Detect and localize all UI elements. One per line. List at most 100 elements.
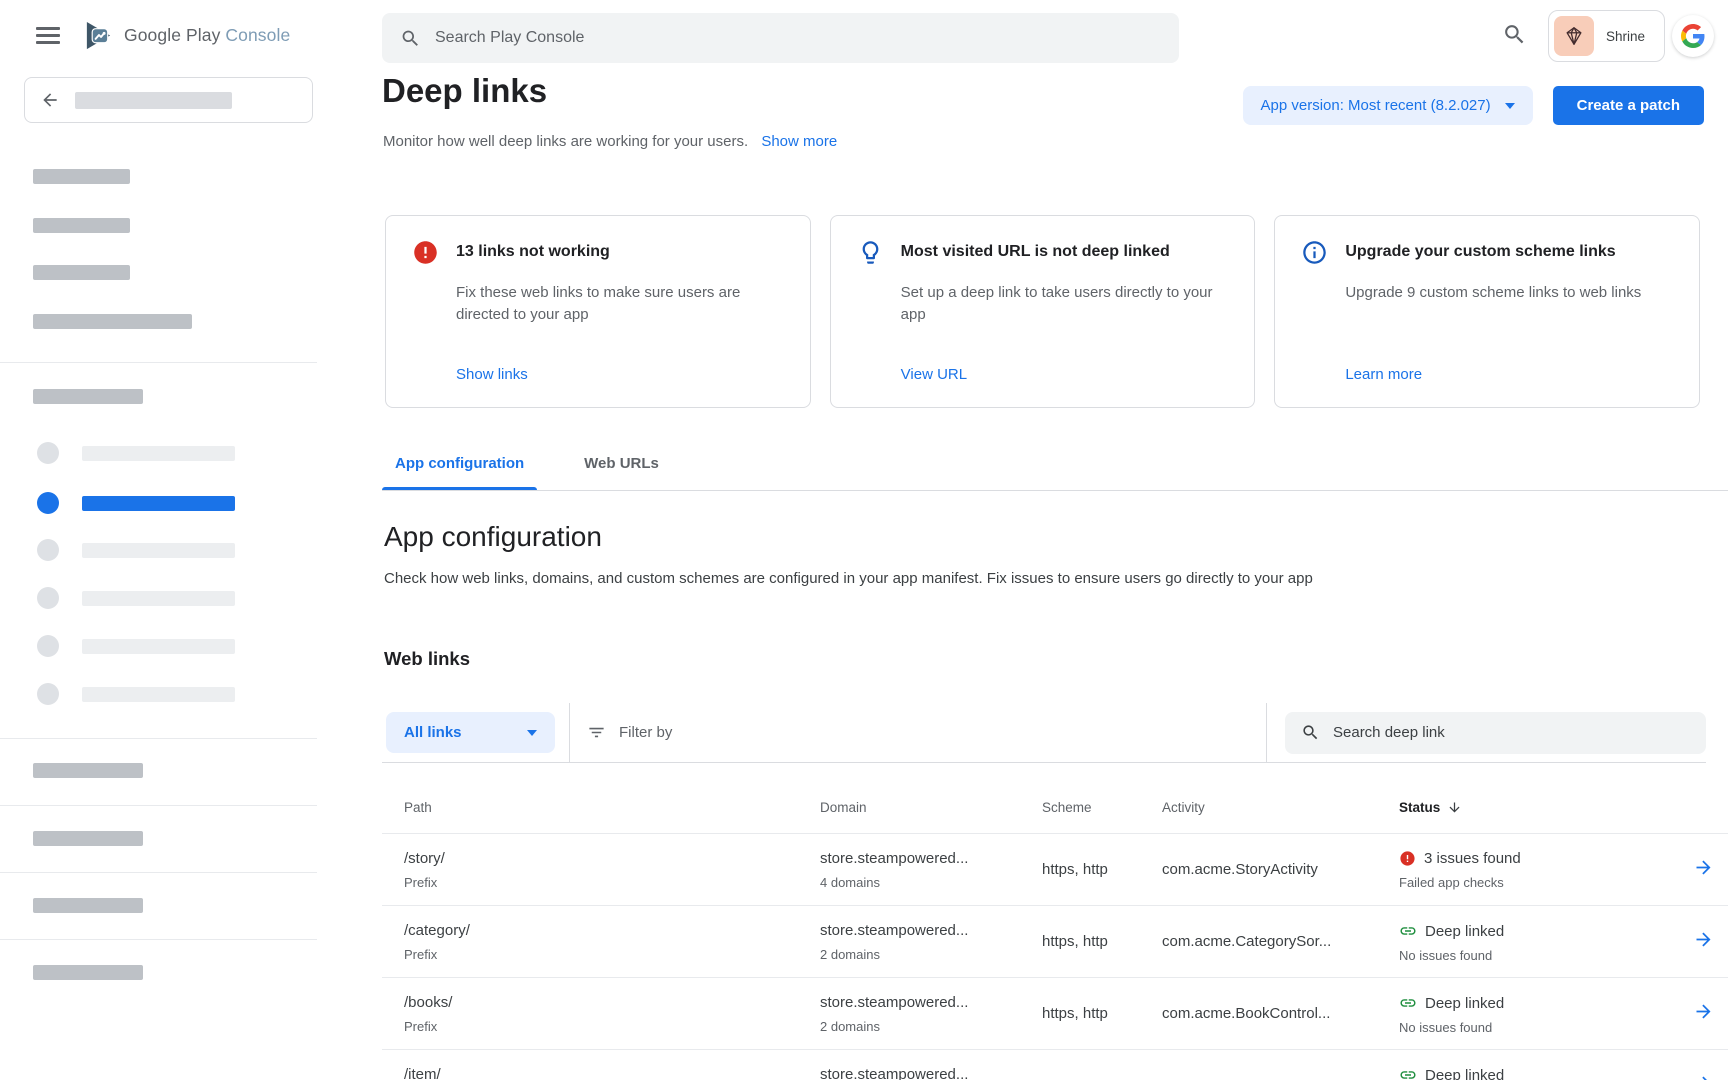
skeleton-nav-group[interactable] — [33, 763, 143, 778]
tab-web-urls[interactable]: Web URLs — [584, 455, 659, 490]
sidebar: Google Play Console — [0, 0, 317, 1080]
column-status-label: Status — [1399, 800, 1440, 815]
row-status-sub: No issues found — [1399, 1020, 1662, 1035]
header-controls: App version: Most recent (8.2.027) Creat… — [1243, 86, 1705, 125]
row-open-button[interactable] — [1693, 1001, 1728, 1027]
row-open-button[interactable] — [1693, 857, 1728, 883]
row-path-type: Prefix — [404, 875, 820, 890]
sidebar-item[interactable] — [37, 442, 235, 464]
sidebar-item[interactable] — [37, 539, 235, 561]
skeleton-nav-group[interactable] — [33, 965, 143, 980]
filter-by-button[interactable]: Filter by — [587, 723, 672, 742]
create-patch-button[interactable]: Create a patch — [1553, 86, 1704, 125]
links-filter-dropdown[interactable]: All links — [386, 712, 555, 753]
sidebar-divider — [0, 805, 317, 806]
tab-app-configuration[interactable]: App configuration — [395, 455, 524, 490]
links-filter-label: All links — [404, 724, 513, 741]
card-title: Most visited URL is not deep linked — [901, 239, 1229, 266]
arrow-back-icon — [40, 90, 60, 110]
logo-google-play: Google Play — [124, 25, 220, 45]
logo-console: Console — [225, 25, 290, 45]
row-activity: com.acme.CategorySor... — [1162, 933, 1399, 950]
row-domain: store.steampowered... — [820, 922, 1042, 939]
card-body: Set up a deep link to take users directl… — [901, 282, 1229, 326]
card-most-visited-url: Most visited URL is not deep linked Set … — [830, 215, 1256, 408]
card-title: Upgrade your custom scheme links — [1345, 239, 1673, 266]
sidebar-item[interactable] — [37, 587, 235, 609]
learn-more-link[interactable]: Learn more — [1345, 366, 1673, 383]
row-activity: com.acme.StoryActivity — [1162, 861, 1399, 878]
link-icon — [1399, 1066, 1417, 1080]
sidebar-divider — [0, 939, 317, 940]
table-row[interactable]: /story/Prefix store.steampowered... 4 dom… — [382, 834, 1728, 906]
sidebar-item[interactable] — [37, 635, 235, 657]
row-activity: com.acme.BookControl... — [1162, 1005, 1399, 1022]
table-row[interactable]: /category/Prefix store.steampowered...2 … — [382, 906, 1728, 978]
row-status: Deep linked — [1425, 1067, 1504, 1080]
row-domain-count: 4 domains — [820, 875, 1042, 890]
skeleton-nav-item — [33, 218, 130, 233]
sidebar-item[interactable] — [37, 683, 235, 705]
column-status-sort[interactable]: Status — [1399, 800, 1662, 815]
row-domain: store.steampowered... — [820, 850, 1042, 867]
row-status: Deep linked — [1425, 995, 1504, 1012]
row-path: /story/ — [404, 850, 820, 867]
nav-bullet-icon — [37, 539, 59, 561]
app-version-dropdown[interactable]: App version: Most recent (8.2.027) — [1243, 86, 1533, 125]
error-icon — [412, 239, 439, 266]
show-links-link[interactable]: Show links — [456, 366, 784, 383]
play-console-deep-links-page: { "topbar": { "logo": { "google_play": "… — [0, 0, 1728, 1080]
row-domain-count: 2 domains — [820, 1019, 1042, 1034]
filter-icon — [587, 723, 606, 742]
skeleton-nav-item — [33, 169, 130, 184]
logo-row: Google Play Console — [36, 20, 290, 51]
search-icon — [1301, 723, 1320, 742]
row-path-type: Prefix — [404, 1019, 820, 1034]
table-header: Path Domain Scheme Activity Status — [382, 800, 1728, 834]
google-play-console-logo-icon — [83, 20, 114, 51]
back-button[interactable] — [24, 77, 313, 123]
skeleton-label — [82, 639, 235, 654]
deep-link-search-bar[interactable] — [1285, 712, 1706, 754]
skeleton-nav-item — [33, 314, 192, 329]
sidebar-divider — [0, 738, 317, 739]
column-activity: Activity — [1162, 800, 1399, 815]
skeleton-nav-group[interactable] — [33, 831, 143, 846]
link-icon — [1399, 922, 1417, 940]
show-more-link[interactable]: Show more — [761, 133, 837, 150]
row-path-type: Prefix — [404, 947, 820, 962]
view-url-link[interactable]: View URL — [901, 366, 1229, 383]
row-status-sub: Failed app checks — [1399, 875, 1662, 890]
row-path: /category/ — [404, 922, 820, 939]
arrow-forward-icon — [1693, 1073, 1714, 1080]
web-links-table: Path Domain Scheme Activity Status /stor… — [382, 800, 1728, 1080]
hamburger-menu-icon[interactable] — [36, 27, 60, 44]
chevron-down-icon — [527, 730, 537, 736]
page-subtitle: Monitor how well deep links are working … — [383, 133, 837, 150]
row-domain: store.steampowered... — [820, 994, 1042, 1011]
logo-text: Google Play Console — [124, 25, 290, 46]
row-path: /books/ — [404, 994, 820, 1011]
section-heading: App configuration — [384, 521, 602, 553]
error-icon — [1399, 850, 1416, 867]
skeleton-nav-item — [33, 265, 130, 280]
sidebar-divider — [0, 872, 317, 873]
row-open-button[interactable] — [1693, 929, 1728, 955]
page-title: Deep links — [382, 72, 547, 110]
row-path: /item/ — [404, 1066, 820, 1080]
table-row[interactable]: /item/ store.steampowered... Deep linked — [382, 1050, 1728, 1080]
subtitle-text: Monitor how well deep links are working … — [383, 133, 748, 150]
skeleton-nav-group[interactable] — [33, 898, 143, 913]
row-open-button[interactable] — [1693, 1073, 1728, 1080]
app-version-label: App version: Most recent (8.2.027) — [1261, 97, 1491, 114]
info-icon — [1301, 239, 1328, 266]
skeleton-label — [82, 543, 235, 558]
sidebar-divider — [0, 362, 317, 363]
row-status: Deep linked — [1425, 923, 1504, 940]
sidebar-item-selected[interactable] — [37, 492, 235, 514]
row-status: 3 issues found — [1424, 850, 1521, 867]
deep-link-search-input[interactable] — [1333, 724, 1663, 741]
card-links-not-working: 13 links not working Fix these web links… — [385, 215, 811, 408]
table-row[interactable]: /books/Prefix store.steampowered... 2 dom… — [382, 978, 1728, 1050]
row-status-sub: No issues found — [1399, 948, 1662, 963]
